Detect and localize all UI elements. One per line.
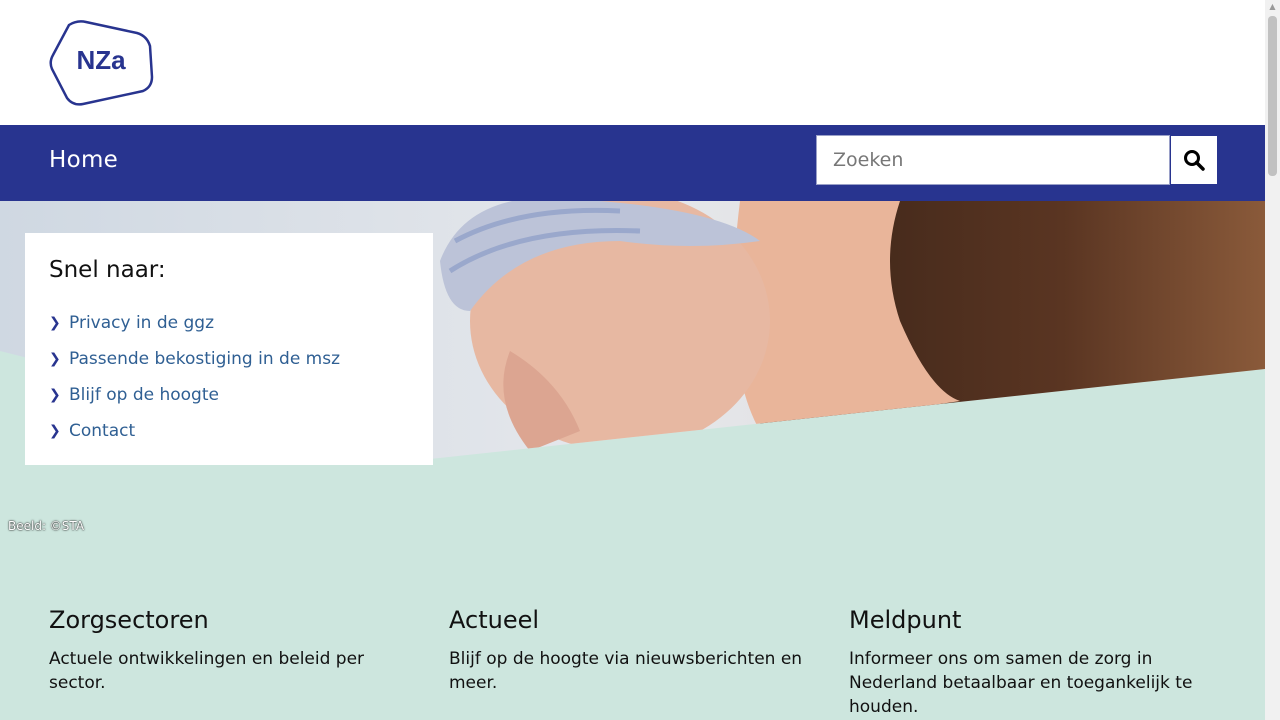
quicklink-privacy-ggz[interactable]: ❯ Privacy in de ggz [49, 305, 409, 341]
column-actueel: Actueel Blijf op de hoogte via nieuwsber… [449, 606, 819, 695]
chevron-right-icon: ❯ [49, 423, 61, 439]
search-button[interactable] [1170, 135, 1218, 185]
column-title[interactable]: Actueel [449, 606, 819, 634]
image-credit: Beeld: ©STA [8, 519, 85, 533]
vertical-scrollbar[interactable]: ▲ [1265, 0, 1280, 720]
logo-text: NZa [76, 45, 126, 75]
search-icon [1184, 150, 1205, 171]
chevron-right-icon: ❯ [49, 387, 61, 403]
nza-logo[interactable]: NZa [49, 19, 154, 106]
column-title[interactable]: Meldpunt [849, 606, 1219, 634]
main-navigation: Home [0, 125, 1265, 201]
quicklink-passende-bekostiging[interactable]: ❯ Passende bekostiging in de msz [49, 341, 409, 377]
column-meldpunt: Meldpunt Informeer ons om samen de zorg … [849, 606, 1219, 719]
column-zorgsectoren: Zorgsectoren Actuele ontwikkelingen en b… [49, 606, 419, 695]
search-input[interactable] [817, 136, 1169, 184]
nav-home-link[interactable]: Home [49, 147, 118, 173]
quicklink-label: Privacy in de ggz [69, 313, 215, 333]
site-header: NZa [0, 0, 1265, 125]
quicklink-label: Passende bekostiging in de msz [69, 349, 341, 369]
quicklink-label: Contact [69, 421, 136, 441]
quicklinks-title: Snel naar: [49, 257, 166, 283]
quicklinks-panel: Snel naar: ❯ Privacy in de ggz ❯ Passend… [25, 233, 433, 465]
chevron-right-icon: ❯ [49, 351, 61, 367]
search-box [816, 135, 1170, 185]
quicklink-contact[interactable]: ❯ Contact [49, 413, 409, 449]
column-text: Blijf op de hoogte via nieuwsberichten e… [449, 649, 803, 693]
hero-section: Snel naar: ❯ Privacy in de ggz ❯ Passend… [0, 201, 1265, 720]
quicklink-blijf-op-de-hoogte[interactable]: ❯ Blijf op de hoogte [49, 377, 409, 413]
column-text: Informeer ons om samen de zorg in Nederl… [849, 649, 1193, 717]
column-text: Actuele ontwikkelingen en beleid per sec… [49, 649, 365, 693]
column-title[interactable]: Zorgsectoren [49, 606, 419, 634]
scroll-thumb[interactable] [1268, 16, 1277, 176]
chevron-right-icon: ❯ [49, 315, 61, 331]
scroll-up-arrow-icon[interactable]: ▲ [1265, 0, 1280, 14]
quicklink-label: Blijf op de hoogte [69, 385, 219, 405]
